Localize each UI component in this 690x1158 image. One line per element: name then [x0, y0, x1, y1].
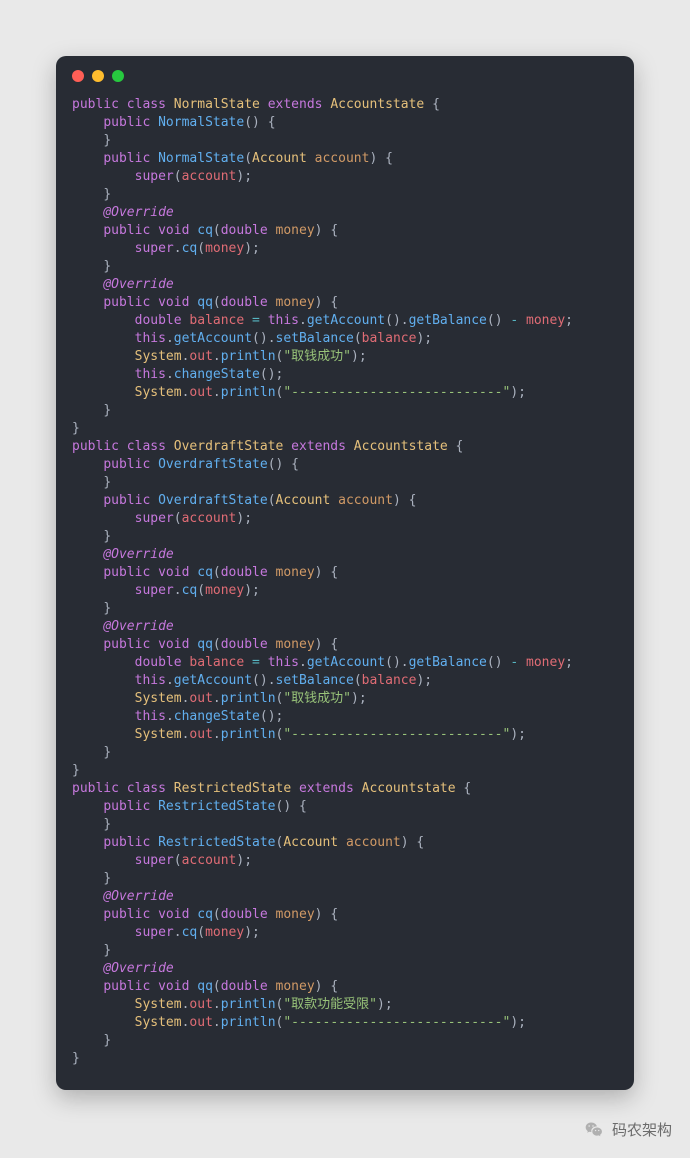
- minimize-icon[interactable]: [92, 70, 104, 82]
- wechat-icon: [584, 1120, 604, 1140]
- code-card: public class NormalState extends Account…: [56, 56, 634, 1090]
- footer: 码农架构: [584, 1119, 672, 1140]
- zoom-icon[interactable]: [112, 70, 124, 82]
- window-titlebar: [56, 56, 634, 96]
- code-block: public class NormalState extends Account…: [56, 96, 634, 1090]
- footer-label: 码农架构: [612, 1119, 672, 1140]
- close-icon[interactable]: [72, 70, 84, 82]
